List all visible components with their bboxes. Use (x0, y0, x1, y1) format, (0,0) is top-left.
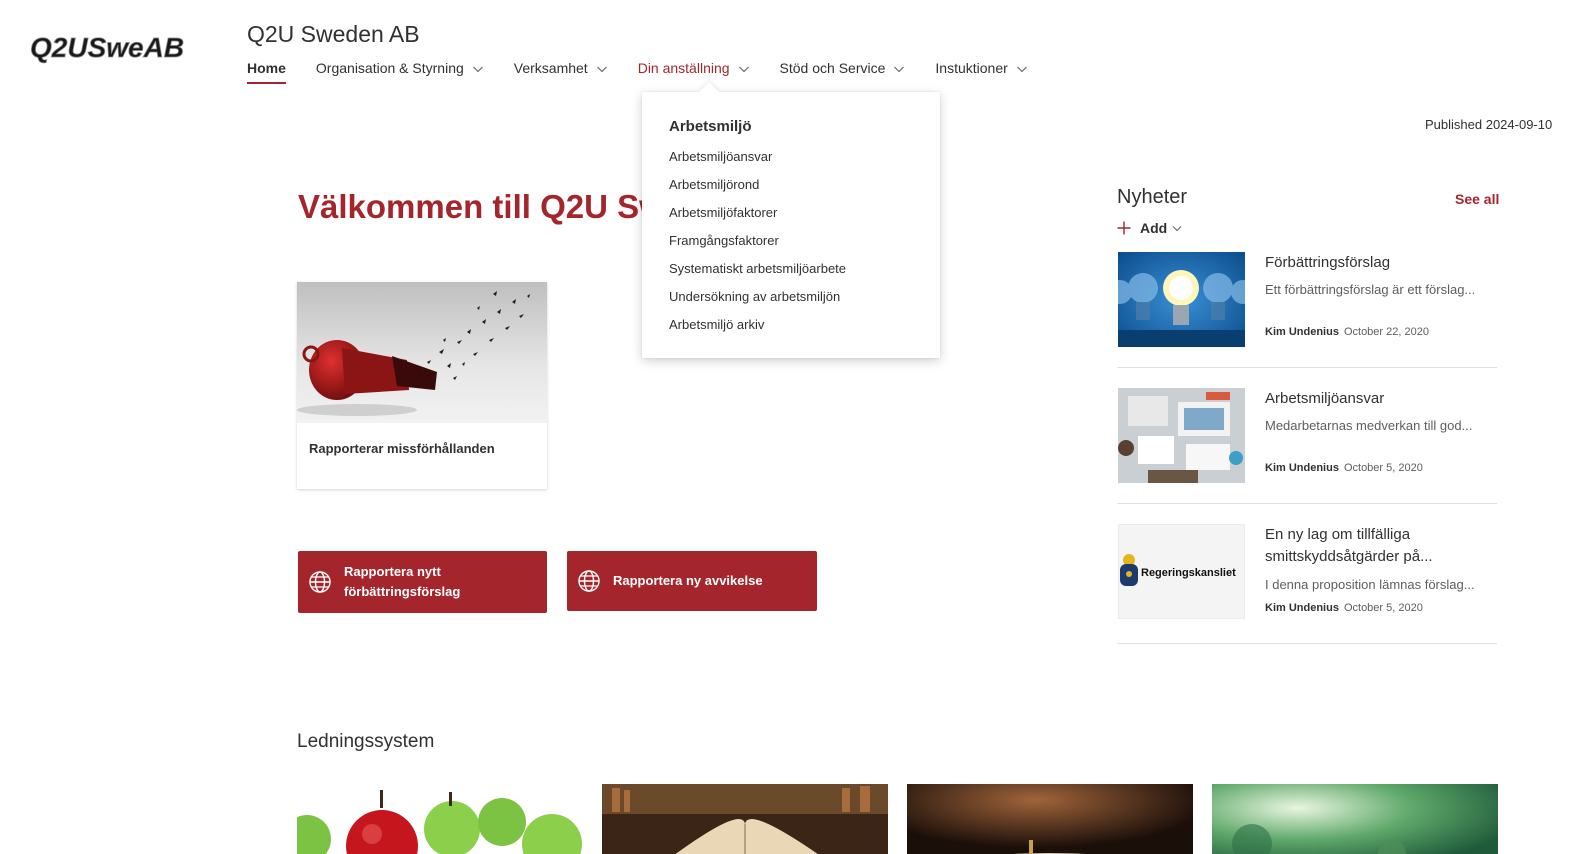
news-item-date: October 22, 2020 (1343, 326, 1429, 338)
nav-item-verksamhet[interactable]: Verksamhet (514, 56, 608, 80)
news-item-author[interactable]: Kim Undenius (1265, 602, 1339, 614)
news-item-title[interactable]: En ny lag om tillfälliga smittskyddsåtgä… (1265, 524, 1500, 568)
add-label: Add (1140, 220, 1168, 236)
card-label: Rapporterar missförhållanden (309, 441, 495, 456)
news-item-meta: Kim Undenius October 5, 2020 (1265, 462, 1423, 474)
forest-image-tile[interactable] (1212, 784, 1498, 854)
nav-item-label: Home (247, 60, 286, 76)
add-news-button[interactable]: Add (1117, 220, 1182, 236)
globe-icon (578, 570, 600, 592)
dropdown-item[interactable]: Framgångsfaktorer (669, 232, 846, 260)
chevron-down-icon (894, 66, 905, 73)
candle-book-image-tile[interactable] (907, 784, 1193, 854)
site-title[interactable]: Q2U Sweden AB (247, 21, 420, 48)
news-item-description: I denna proposition lämnas förslag... (1265, 577, 1475, 592)
dropdown-item[interactable]: Arbetsmiljörond (669, 176, 846, 204)
nav-dropdown-menu: Arbetsmiljö Arbetsmiljöansvar Arbetsmilj… (642, 92, 940, 358)
apples-image-tile[interactable] (297, 784, 583, 854)
globe-icon (309, 571, 331, 593)
published-date: Published 2024-09-10 (1425, 117, 1553, 132)
news-section-title: Nyheter (1117, 186, 1188, 208)
button-label: Rapportera nytt förbättringsförslag (344, 562, 460, 602)
news-item[interactable]: Arbetsmiljöansvar Medarbetarnas medverka… (1117, 388, 1497, 504)
site-logo[interactable]: Q2USweAB (28, 30, 218, 64)
whistle-image (297, 282, 547, 423)
dropdown-item[interactable]: Arbetsmiljö arkiv (669, 316, 846, 344)
button-label: Rapportera ny avvikelse (613, 573, 763, 588)
section-title: Ledningssystem (297, 731, 435, 752)
chevron-down-icon (1172, 226, 1182, 232)
nav-item-home[interactable]: Home (247, 56, 286, 84)
welcome-heading: Välkommen till Q2U Sw (298, 188, 665, 225)
news-item[interactable]: Regeringskansliet En ny lag om tillfälli… (1117, 524, 1497, 644)
news-item-title[interactable]: Förbättringsförslag (1265, 252, 1500, 274)
news-item-description: Ett förbättringsförslag är ett förslag..… (1265, 282, 1476, 297)
news-item-author[interactable]: Kim Undenius (1265, 462, 1339, 474)
books-image-tile[interactable] (602, 784, 888, 854)
quicklink-card[interactable]: Rapporterar missförhållanden (297, 282, 547, 489)
button-label-line-2: förbättringsförslag (344, 584, 461, 599)
regeringskansliet-logo-image: Regeringskansliet (1118, 524, 1245, 619)
news-item-meta: Kim Undenius October 5, 2020 (1265, 602, 1423, 614)
dropdown-item[interactable]: Arbetsmiljöfaktorer (669, 204, 846, 232)
report-deviation-button[interactable]: Rapportera ny avvikelse (567, 551, 817, 611)
nav-item-label: Stöd och Service (779, 60, 886, 76)
see-all-link[interactable]: See all (1455, 191, 1499, 207)
nav-item-stod-och-service[interactable]: Stöd och Service (780, 56, 906, 80)
dropdown-item[interactable]: Systematiskt arbetsmiljöarbete (669, 260, 846, 288)
news-item-date: October 5, 2020 (1343, 602, 1423, 614)
nav-item-label: Organisation & Styrning (315, 60, 464, 76)
news-item-author[interactable]: Kim Undenius (1265, 326, 1339, 338)
report-improvement-button[interactable]: Rapportera nytt förbättringsförslag (298, 551, 547, 613)
dropdown-list: Arbetsmiljöansvar Arbetsmiljörond Arbets… (669, 148, 846, 344)
dropdown-item[interactable]: Undersökning av arbetsmiljön (669, 288, 846, 316)
nav-item-din-anstallning[interactable]: Din anställning (638, 56, 750, 80)
dropdown-item[interactable]: Arbetsmiljöansvar (669, 148, 846, 176)
nav-item-label: Verksamhet (513, 60, 588, 76)
office-desk-image (1118, 388, 1245, 483)
news-item-title[interactable]: Arbetsmiljöansvar (1265, 388, 1500, 410)
nav-item-instuktioner[interactable]: Instuktioner (935, 56, 1027, 80)
news-item[interactable]: Förbättringsförslag Ett förbättringsförs… (1117, 252, 1497, 368)
news-item-date: October 5, 2020 (1343, 462, 1423, 474)
logo-text: Q2USweAB (30, 32, 184, 63)
dropdown-heading[interactable]: Arbetsmiljö (669, 118, 752, 135)
chevron-down-icon (738, 66, 749, 73)
chevron-down-icon (1016, 66, 1027, 73)
button-label-line-1: Rapportera nytt (344, 564, 441, 579)
top-navigation: Home Organisation & Styrning Verksamhet … (247, 56, 1058, 84)
chevron-down-icon (596, 66, 607, 73)
nav-item-label: Instuktioner (935, 60, 1008, 76)
news-item-meta: Kim Undenius October 22, 2020 (1265, 326, 1429, 338)
regeringskansliet-text: Regeringskansliet (1141, 567, 1236, 579)
lightbulbs-image (1118, 252, 1245, 347)
chevron-down-icon (472, 66, 483, 73)
nav-item-organisation[interactable]: Organisation & Styrning (316, 56, 484, 80)
nav-item-label: Din anställning (637, 60, 730, 76)
news-item-description: Medarbetarnas medverkan till god... (1265, 418, 1473, 433)
plus-icon (1117, 221, 1131, 235)
